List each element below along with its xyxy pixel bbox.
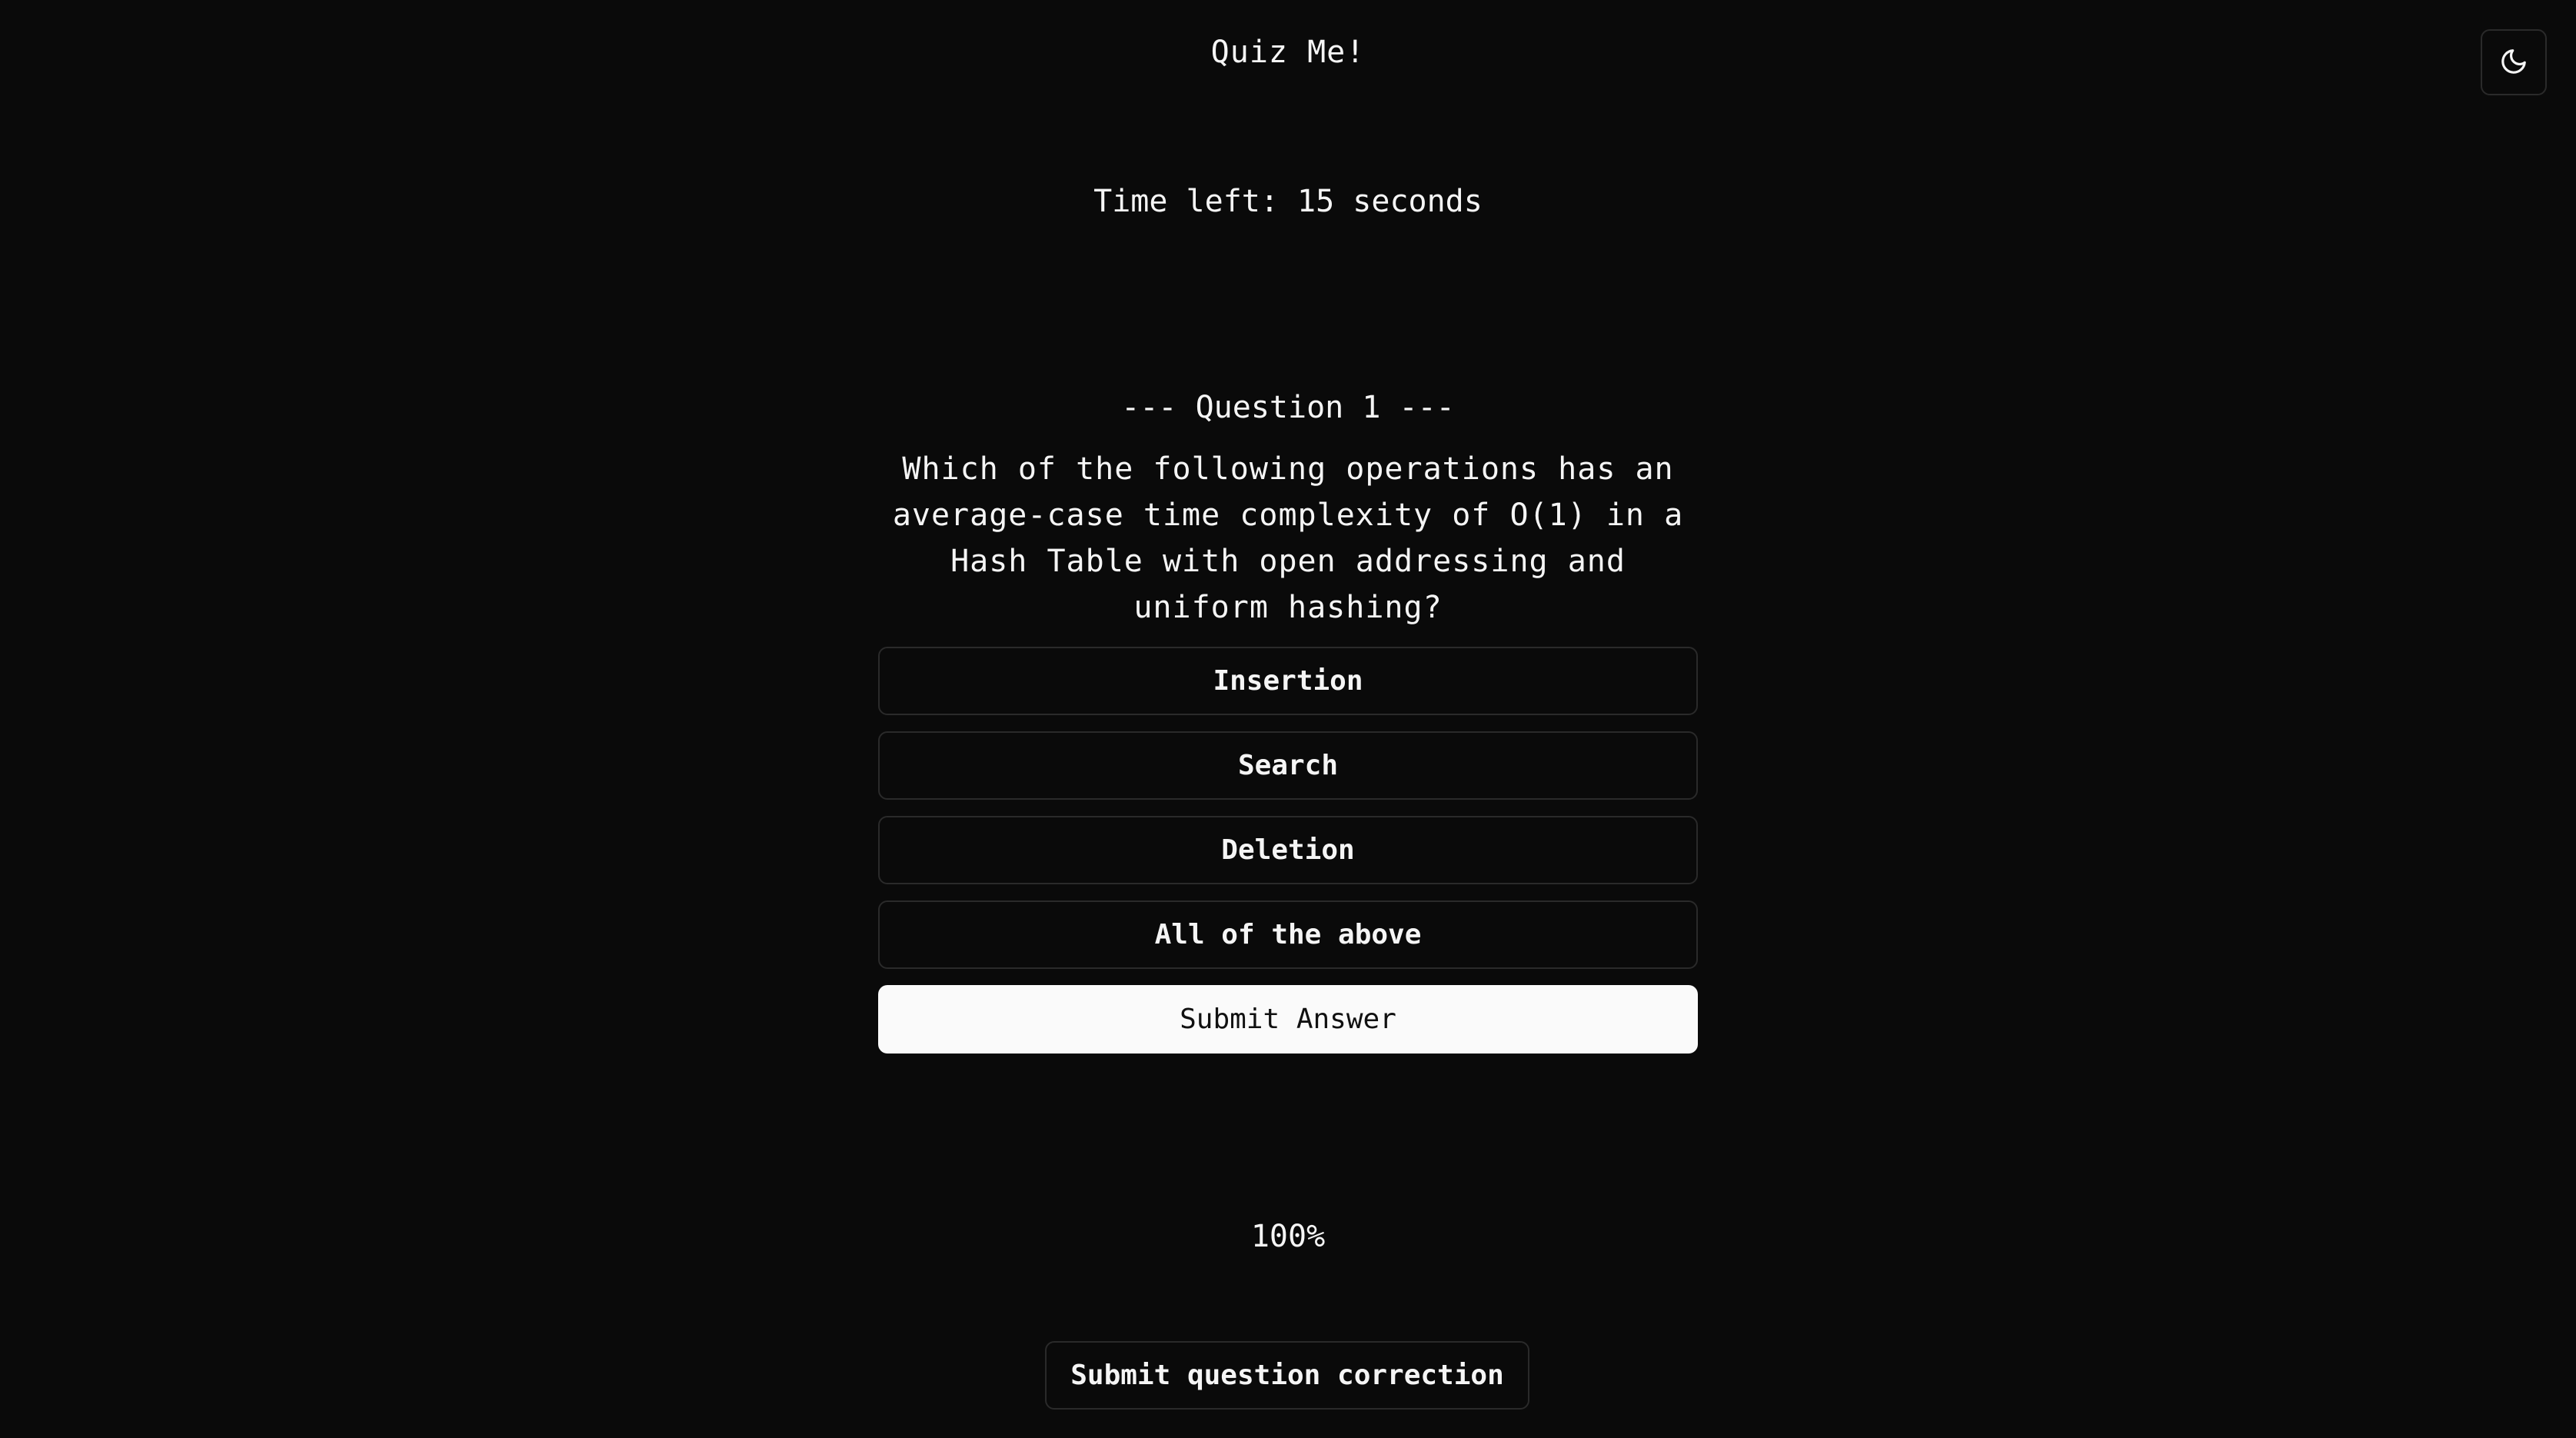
- option-button-deletion[interactable]: Deletion: [878, 816, 1698, 884]
- app-title: Quiz Me!: [1210, 35, 1366, 70]
- moon-icon: [2499, 47, 2528, 78]
- option-button-all-of-the-above[interactable]: All of the above: [878, 900, 1698, 969]
- submit-correction-button[interactable]: Submit question correction: [1045, 1341, 1529, 1410]
- question-text: Which of the following operations has an…: [892, 451, 1684, 625]
- question-heading: --- Question 1 ---: [1121, 390, 1455, 425]
- theme-toggle-button[interactable]: [2481, 29, 2547, 95]
- option-button-insertion[interactable]: Insertion: [878, 647, 1698, 715]
- submit-answer-button[interactable]: Submit Answer: [878, 985, 1698, 1054]
- progress-percentage: 100%: [1250, 1219, 1326, 1254]
- timer-text: Time left: 15 seconds: [1093, 184, 1483, 219]
- option-button-search[interactable]: Search: [878, 731, 1698, 800]
